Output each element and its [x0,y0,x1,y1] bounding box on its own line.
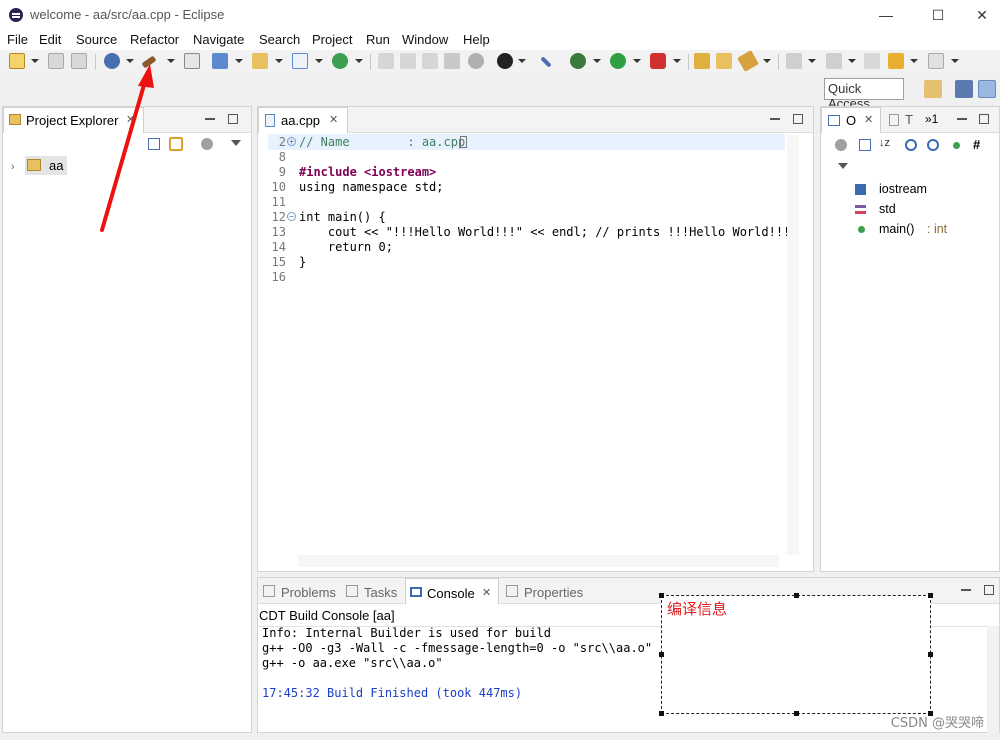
annotation-text: 编译信息 [667,600,728,618]
resize-handle[interactable] [659,593,664,598]
resize-handle[interactable] [928,652,933,657]
resize-handle[interactable] [794,593,799,598]
watermark: CSDN @哭哭啼 [890,716,984,731]
resize-handle[interactable] [659,652,664,657]
resize-handle[interactable] [928,593,933,598]
annotation-text-box[interactable]: 编译信息 [659,593,933,716]
resize-handle[interactable] [794,711,799,716]
resize-handle[interactable] [659,711,664,716]
